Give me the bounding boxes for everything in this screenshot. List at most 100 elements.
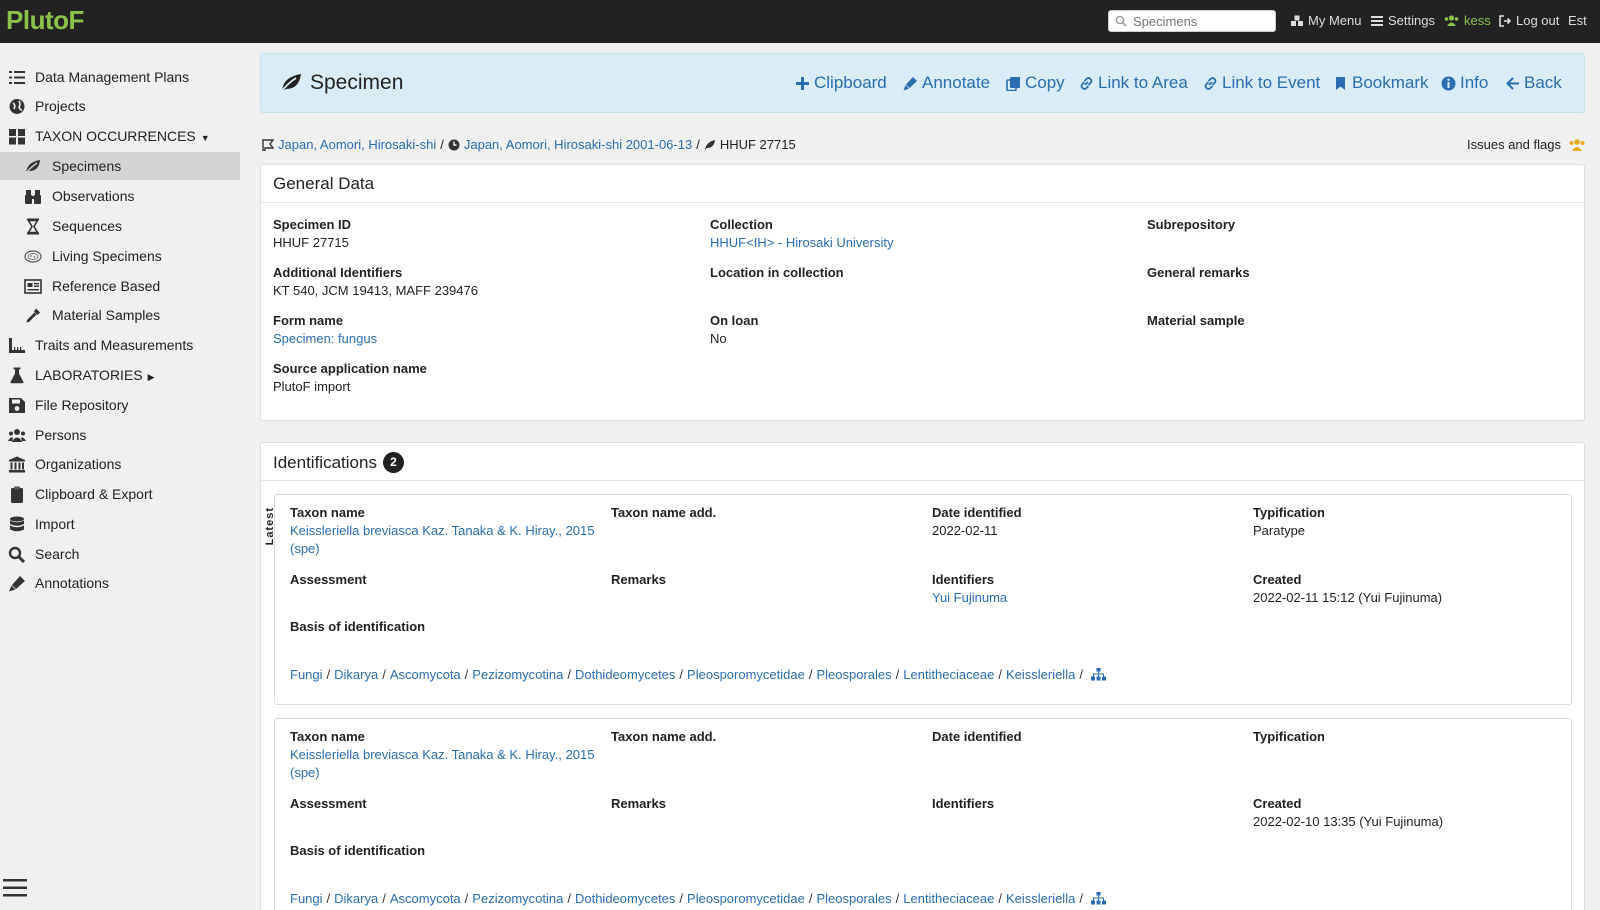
field-specimen-id: Specimen ID HHUF 27715 — [273, 216, 351, 252]
sitemap-icon[interactable] — [1090, 668, 1106, 681]
field-label: Taxon name — [290, 505, 365, 520]
lineage-link[interactable]: Lentitheciaceae — [903, 891, 994, 906]
identifications-count-badge: 2 — [382, 452, 404, 473]
lineage-link[interactable]: Dikarya — [334, 667, 378, 682]
logout-label: Log out — [1516, 13, 1560, 28]
bookmark-button[interactable]: Bookmark — [1333, 73, 1429, 93]
sidebar-item-observations[interactable]: Observations — [0, 182, 240, 210]
hourglass-icon — [23, 218, 43, 235]
field-label: Specimen ID — [273, 217, 352, 232]
lineage-separator: / — [1079, 891, 1083, 906]
lineage-separator: / — [998, 891, 1002, 906]
field-location-in-collection: Location in collection — [710, 264, 844, 282]
issues-and-flags[interactable]: Issues and flags — [1467, 137, 1586, 152]
users-icon — [1569, 138, 1585, 151]
plutof-logo[interactable]: PlutoF — [6, 5, 84, 36]
identifications-panel: Identifications 2 Latest Taxon name Keis… — [260, 442, 1585, 910]
lineage-link[interactable]: Ascomycota — [390, 667, 461, 682]
annotate-button[interactable]: Annotate — [903, 73, 990, 93]
taxon-rank-link[interactable]: (spe) — [290, 764, 595, 782]
lineage-link[interactable]: Fungi — [290, 891, 323, 906]
field-value: 2022-02-11 15:12 (Yui Fujinuma) — [1253, 590, 1443, 605]
lineage-link[interactable]: Pleosporales — [816, 891, 891, 906]
breadcrumb-separator: / — [696, 137, 700, 152]
field-label: On loan — [710, 313, 759, 328]
sidebar-item-specimens[interactable]: Specimens — [0, 152, 240, 180]
lineage-link[interactable]: Keissleriella — [1006, 891, 1075, 906]
lineage-separator: / — [895, 891, 900, 906]
clipboard-button[interactable]: Clipboard — [795, 73, 887, 93]
lineage-link[interactable]: Pleosporales — [816, 667, 891, 682]
sidebar-item-laboratories[interactable]: LABORATORIES ▶ — [0, 361, 240, 389]
language-toggle[interactable]: Est — [1568, 13, 1587, 28]
copy-icon — [1006, 76, 1020, 91]
field-label: Form name — [273, 313, 344, 328]
lineage-link[interactable]: Keissleriella — [1006, 667, 1075, 682]
lineage-separator: / — [808, 891, 813, 906]
field-taxon-name: Taxon name Keissleriella breviasca Kaz. … — [290, 504, 595, 558]
link-to-event-button[interactable]: Link to Event — [1203, 73, 1320, 93]
sidebar-item-import[interactable]: Import — [0, 510, 240, 538]
clipboard-button-label: Clipboard — [814, 73, 887, 92]
lineage-link[interactable]: Pezizomycotina — [472, 891, 563, 906]
settings-link[interactable]: Settings — [1370, 13, 1435, 28]
field-remarks: Remarks — [611, 795, 666, 813]
search-input[interactable] — [1133, 13, 1271, 30]
sidebar-item-organizations[interactable]: Organizations — [0, 450, 240, 478]
cubes-icon — [1291, 15, 1303, 26]
binoculars-icon — [23, 188, 43, 205]
sidebar-item-data-management-plans[interactable]: Data Management Plans — [0, 63, 240, 91]
sidebar-item-persons[interactable]: Persons — [0, 421, 240, 449]
form-name-link[interactable]: Specimen: fungus — [273, 331, 377, 346]
lineage-link[interactable]: Pezizomycotina — [472, 667, 563, 682]
sidebar-item-label: Specimens — [52, 158, 122, 174]
lineage-link[interactable]: Fungi — [290, 667, 323, 682]
sidebar-item-taxon-occurrences[interactable]: TAXON OCCURRENCES ▼ — [0, 122, 240, 150]
sidebar-item-material-samples[interactable]: Material Samples — [0, 301, 240, 329]
identifications-title: Identifications — [273, 452, 377, 472]
back-button[interactable]: Back — [1505, 73, 1562, 93]
sidebar-item-projects[interactable]: Projects — [0, 92, 240, 120]
annotate-button-label: Annotate — [922, 73, 991, 92]
menu-toggle-icon[interactable] — [3, 878, 27, 898]
lineage-link[interactable]: Pleosporomycetidae — [687, 667, 805, 682]
sidebar-item-annotations[interactable]: Annotations — [0, 569, 240, 597]
sidebar-item-label: LABORATORIES — [35, 367, 143, 383]
my-menu-link[interactable]: My Menu — [1290, 13, 1361, 28]
sidebar-item-file-repository[interactable]: File Repository — [0, 391, 240, 419]
user-link[interactable]: kess — [1443, 13, 1491, 28]
global-search[interactable] — [1108, 10, 1276, 32]
lineage-link[interactable]: Dothideomycetes — [575, 891, 675, 906]
identifier-link[interactable]: Yui Fujinuma — [932, 590, 1007, 605]
lineage-link[interactable]: Ascomycota — [390, 891, 461, 906]
field-label: General remarks — [1147, 265, 1250, 280]
sidebar-item-reference-based[interactable]: Reference Based — [0, 272, 240, 300]
field-label: Remarks — [611, 796, 666, 811]
info-button[interactable]: Info — [1441, 73, 1488, 93]
sidebar: Data Management Plans Projects TAXON OCC… — [0, 43, 240, 910]
lineage-link[interactable]: Pleosporomycetidae — [687, 891, 805, 906]
sidebar-item-living-specimens[interactable]: Living Specimens — [0, 242, 240, 270]
sidebar-item-sequences[interactable]: Sequences — [0, 212, 240, 240]
logout-link[interactable]: Log out — [1498, 13, 1559, 28]
lineage-link[interactable]: Dothideomycetes — [575, 667, 675, 682]
taxon-name-link[interactable]: Keissleriella breviasca Kaz. Tanaka & K.… — [290, 522, 595, 540]
taxon-rank-link[interactable]: (spe) — [290, 540, 595, 558]
sidebar-item-search[interactable]: Search — [0, 540, 240, 568]
grid-icon — [7, 128, 27, 145]
sidebar-item-clipboard-export[interactable]: Clipboard & Export — [0, 480, 240, 508]
copy-button[interactable]: Copy — [1006, 73, 1065, 93]
sitemap-icon[interactable] — [1090, 892, 1106, 905]
field-form-name: Form name Specimen: fungus — [273, 312, 377, 348]
lineage-link[interactable]: Dikarya — [334, 891, 378, 906]
breadcrumb-area-link[interactable]: Japan, Aomori, Hirosaki-shi — [278, 137, 436, 152]
breadcrumb-event-link[interactable]: Japan, Aomori, Hirosaki-shi 2001-06-13 — [464, 137, 692, 152]
taxon-lineage: Fungi / Dikarya / Ascomycota / Pezizomycoti… — [290, 667, 1106, 682]
taxon-name-link[interactable]: Keissleriella breviasca Kaz. Tanaka & K.… — [290, 746, 595, 764]
lineage-link[interactable]: Lentitheciaceae — [903, 667, 994, 682]
collection-link[interactable]: HHUF<IH> - Hirosaki University — [710, 235, 893, 250]
sidebar-item-traits-and-measurements[interactable]: Traits and Measurements — [0, 331, 240, 359]
link-to-area-button[interactable]: Link to Area — [1079, 73, 1188, 93]
field-source-application: Source application name PlutoF import — [273, 360, 427, 396]
sidebar-item-label: Sequences — [52, 218, 123, 234]
